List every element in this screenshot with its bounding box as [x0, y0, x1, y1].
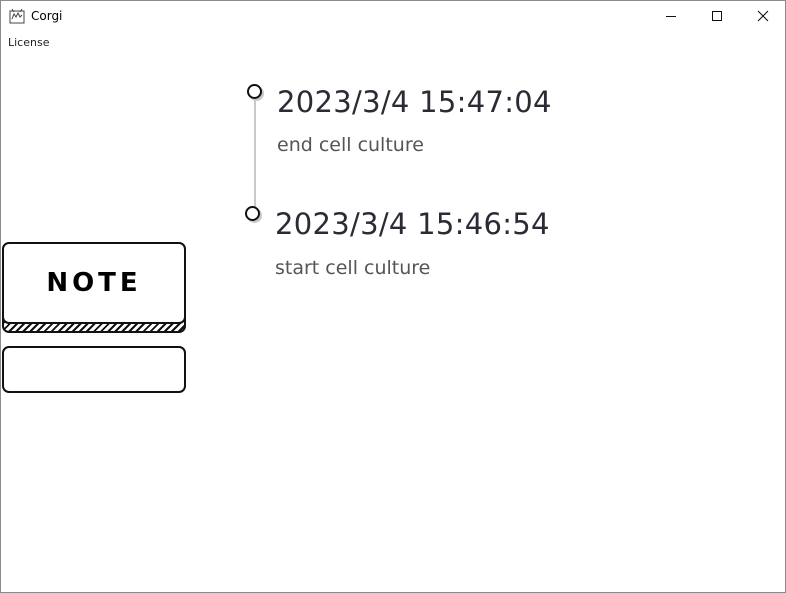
timeline-entry-description: end cell culture — [277, 134, 424, 156]
maximize-icon — [711, 7, 723, 26]
window-title: Corgi — [31, 9, 63, 23]
note-input[interactable] — [2, 346, 186, 393]
maximize-button[interactable] — [694, 1, 740, 32]
minimize-icon — [665, 7, 677, 26]
timeline-node — [247, 84, 262, 99]
close-icon — [757, 7, 769, 26]
note-button-label: NOTE — [46, 268, 142, 298]
app-window: Corgi License 2023/3/4 15:47:04 end cell… — [0, 0, 786, 593]
menu-item-license[interactable]: License — [8, 36, 49, 49]
close-button[interactable] — [740, 1, 786, 32]
title-bar[interactable]: Corgi — [1, 1, 785, 32]
timeline-entry-time: 2023/3/4 15:47:04 — [277, 85, 552, 119]
timeline-entry-time: 2023/3/4 15:46:54 — [275, 207, 550, 241]
note-button-group: NOTE — [2, 242, 186, 333]
timeline-node — [245, 206, 260, 221]
corgi-app-icon — [9, 8, 25, 24]
minimize-button[interactable] — [648, 1, 694, 32]
note-button[interactable]: NOTE — [2, 242, 186, 324]
timeline-entry-description: start cell culture — [275, 257, 431, 279]
timeline-connector — [254, 98, 256, 210]
